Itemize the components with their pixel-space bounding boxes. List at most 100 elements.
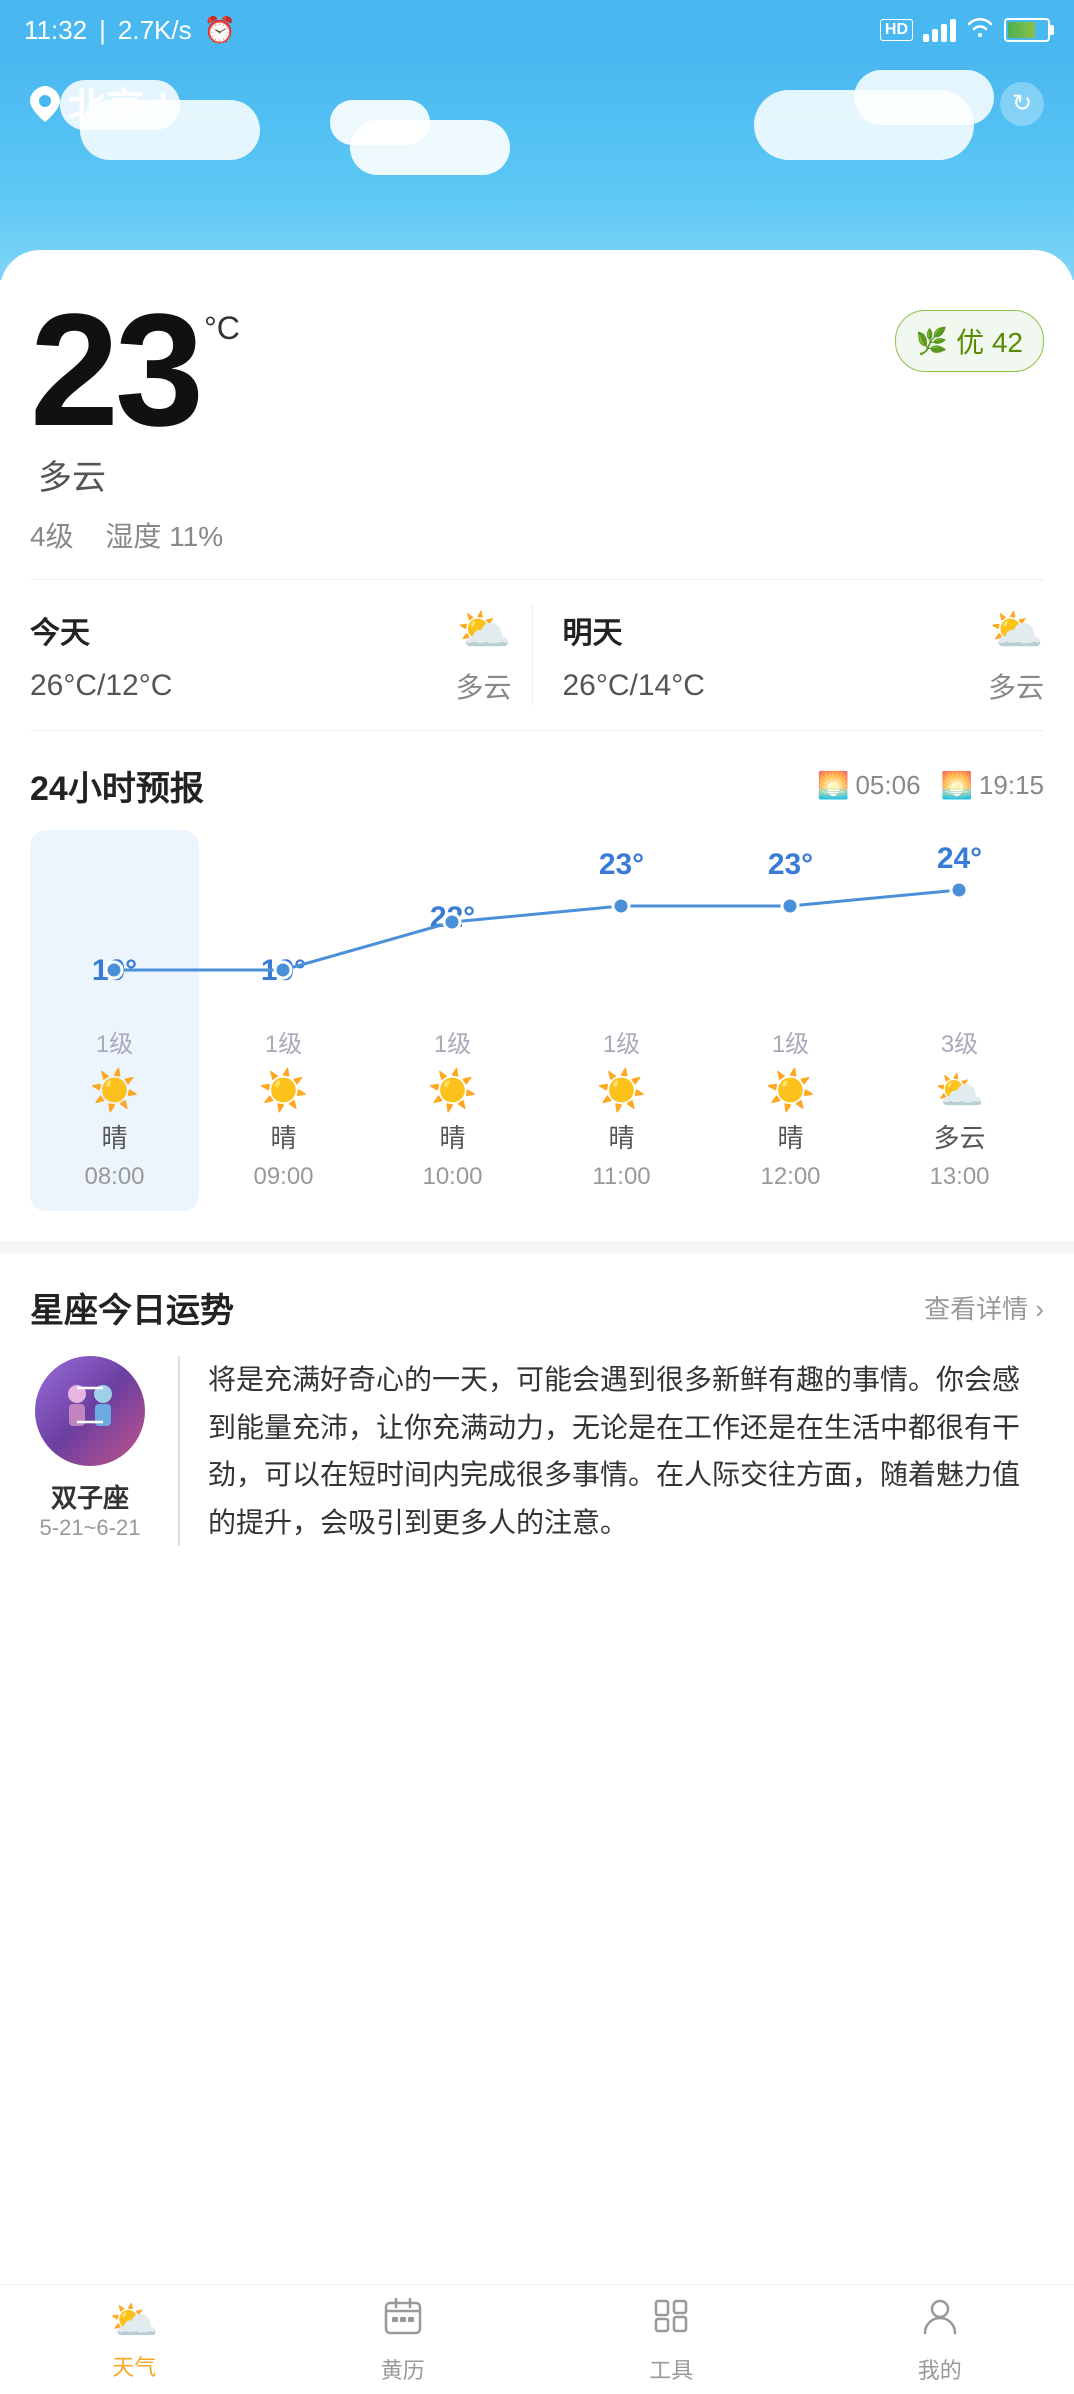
section-separator bbox=[0, 1241, 1074, 1253]
refresh-button[interactable]: ↻ bbox=[1000, 82, 1044, 126]
gemini-svg bbox=[55, 1376, 125, 1446]
nav-weather[interactable]: ⛅ 天气 bbox=[0, 2285, 269, 2394]
wind-3: 1级 bbox=[603, 1024, 640, 1059]
temperature-value: 23 bbox=[30, 290, 200, 450]
nav-almanac-label: 黄历 bbox=[381, 2353, 425, 2385]
weather-icon-2: ☀️ bbox=[428, 1067, 478, 1114]
forecast-row: 今天 ⛅ 26°C/12°C 多云 明天 ⛅ 26°C/14°C 多云 bbox=[30, 579, 1044, 731]
nav-weather-icon: ⛅ bbox=[109, 2297, 159, 2344]
today-weather-desc: 多云 bbox=[455, 666, 511, 706]
section-header-24h: 24小时预报 🌅 05:06 🌅 19:15 bbox=[30, 761, 1044, 810]
time-2: 10:00 bbox=[422, 1163, 482, 1203]
alarm-icon: ⏰ bbox=[204, 15, 236, 46]
weather-icon-4: ☀️ bbox=[766, 1067, 816, 1114]
wind-humidity: 4级 湿度 11% bbox=[30, 515, 1044, 555]
tomorrow-label: 明天 ⛅ bbox=[563, 604, 1045, 656]
temp-1: 19° bbox=[261, 954, 306, 988]
temp-chart-area-2: 22° bbox=[430, 838, 475, 998]
bottom-nav: ⛅ 天气 黄历 工具 bbox=[0, 2284, 1074, 2394]
horoscope-header: 星座今日运势 查看详情 › bbox=[30, 1283, 1044, 1332]
status-right: HD bbox=[880, 16, 1050, 44]
section-title-24h: 24小时预报 bbox=[30, 761, 204, 810]
hour-col-5: 24° 3级 ⛅ 多云 13:00 bbox=[875, 830, 1044, 1211]
hourly-forecast: 19° 1级 ☀️ 晴 08:00 19° 1级 ☀️ 晴 09:00 bbox=[30, 830, 1044, 1211]
nav-weather-label: 天气 bbox=[112, 2350, 156, 2382]
network-speed: 2.7K/s bbox=[118, 15, 192, 46]
leaf-icon: 🌿 bbox=[916, 326, 948, 357]
cloud-decoration bbox=[60, 80, 180, 130]
temp-left: 23 °C 多云 bbox=[30, 290, 240, 499]
zodiac-card: 双子座 5-21~6-21 bbox=[30, 1356, 150, 1541]
temp-4: 23° bbox=[768, 848, 813, 882]
tomorrow-weather-desc: 多云 bbox=[988, 666, 1044, 706]
top-header: 北京 + ↻ bbox=[0, 60, 1074, 280]
wifi-icon bbox=[966, 16, 994, 44]
zodiac-date: 5-21~6-21 bbox=[40, 1515, 141, 1541]
zodiac-name: 双子座 bbox=[51, 1478, 129, 1515]
today-label: 今天 ⛅ bbox=[30, 604, 512, 656]
weather-icon-0: ☀️ bbox=[90, 1067, 140, 1114]
aqi-value: 优 42 bbox=[956, 321, 1023, 361]
desc-5: 多云 bbox=[933, 1118, 985, 1155]
nav-tools-label: 工具 bbox=[649, 2353, 693, 2385]
cloud-decoration bbox=[330, 100, 430, 145]
sunrise-item: 🌅 05:06 bbox=[817, 770, 920, 801]
sunrise-time: 05:06 bbox=[855, 770, 920, 801]
horoscope-content: 双子座 5-21~6-21 将是充满好奇心的一天，可能会遇到很多新鲜有趣的事情。… bbox=[30, 1356, 1044, 1546]
nav-almanac-icon bbox=[382, 2295, 424, 2347]
today-weather-icon: ⛅ bbox=[457, 604, 512, 656]
horoscope-section: 星座今日运势 查看详情 › 双子座 5-21~6-21 bbox=[0, 1253, 1074, 1576]
temp-3: 23° bbox=[599, 848, 644, 882]
temp-2: 22° bbox=[430, 901, 475, 935]
separator: | bbox=[99, 15, 106, 46]
weather-icon-3: ☀️ bbox=[597, 1067, 647, 1114]
aqi-badge: 🌿 优 42 bbox=[895, 310, 1044, 372]
weather-icon-5: ⛅ bbox=[935, 1067, 985, 1114]
today-forecast: 今天 ⛅ 26°C/12°C 多云 bbox=[30, 604, 533, 706]
desc-2: 晴 bbox=[439, 1118, 465, 1155]
status-bar: 11:32 | 2.7K/s ⏰ HD bbox=[0, 0, 1074, 60]
sunrise-sunset: 🌅 05:06 🌅 19:15 bbox=[817, 770, 1044, 801]
temperature-section: 23 °C 多云 🌿 优 42 bbox=[30, 290, 1044, 499]
sunset-item: 🌅 19:15 bbox=[941, 770, 1044, 801]
hour-col-0: 19° 1级 ☀️ 晴 08:00 bbox=[30, 830, 199, 1211]
desc-3: 晴 bbox=[608, 1118, 634, 1155]
horoscope-title: 星座今日运势 bbox=[30, 1283, 234, 1332]
bottom-spacer bbox=[0, 1576, 1074, 1696]
sunrise-icon: 🌅 bbox=[817, 770, 849, 801]
nav-profile[interactable]: 我的 bbox=[806, 2285, 1074, 2394]
wind-0: 1级 bbox=[96, 1024, 133, 1059]
time-5: 13:00 bbox=[929, 1163, 989, 1203]
wind-1: 1级 bbox=[265, 1024, 302, 1059]
signal-bars bbox=[923, 19, 956, 42]
hour-col-4: 23° 1级 ☀️ 晴 12:00 bbox=[706, 830, 875, 1211]
wind-4: 1级 bbox=[772, 1024, 809, 1059]
today-text: 今天 bbox=[30, 608, 90, 652]
tomorrow-bottom: 26°C/14°C 多云 bbox=[563, 666, 1045, 706]
tomorrow-forecast: 明天 ⛅ 26°C/14°C 多云 bbox=[533, 604, 1045, 706]
hd-badge: HD bbox=[880, 19, 913, 41]
temperature-unit: °C bbox=[204, 310, 240, 347]
tomorrow-temps: 26°C/14°C bbox=[563, 669, 705, 703]
horoscope-detail-link[interactable]: 查看详情 › bbox=[924, 1289, 1044, 1326]
nav-almanac[interactable]: 黄历 bbox=[269, 2285, 538, 2394]
temp-5: 24° bbox=[937, 842, 982, 876]
nav-tools[interactable]: 工具 bbox=[537, 2285, 806, 2394]
zodiac-icon bbox=[35, 1356, 145, 1466]
desc-1: 晴 bbox=[270, 1118, 296, 1155]
weather-description: 多云 bbox=[38, 450, 106, 499]
time: 11:32 bbox=[24, 15, 87, 46]
desc-0: 晴 bbox=[101, 1118, 127, 1155]
hour-col-1: 19° 1级 ☀️ 晴 09:00 bbox=[199, 830, 368, 1211]
nav-tools-icon bbox=[650, 2295, 692, 2347]
horoscope-divider bbox=[178, 1356, 180, 1546]
cloud-decoration bbox=[854, 70, 994, 125]
today-temps: 26°C/12°C bbox=[30, 669, 172, 703]
temp-0: 19° bbox=[92, 954, 137, 988]
temp-chart-area-4: 23° bbox=[768, 838, 813, 998]
main-card: 23 °C 多云 🌿 优 42 4级 湿度 11% 今天 ⛅ 26°C/12°C… bbox=[0, 250, 1074, 731]
time-0: 08:00 bbox=[84, 1163, 144, 1203]
time-4: 12:00 bbox=[760, 1163, 820, 1203]
status-left: 11:32 | 2.7K/s ⏰ bbox=[24, 15, 236, 46]
hour-col-2: 22° 1级 ☀️ 晴 10:00 bbox=[368, 830, 537, 1211]
